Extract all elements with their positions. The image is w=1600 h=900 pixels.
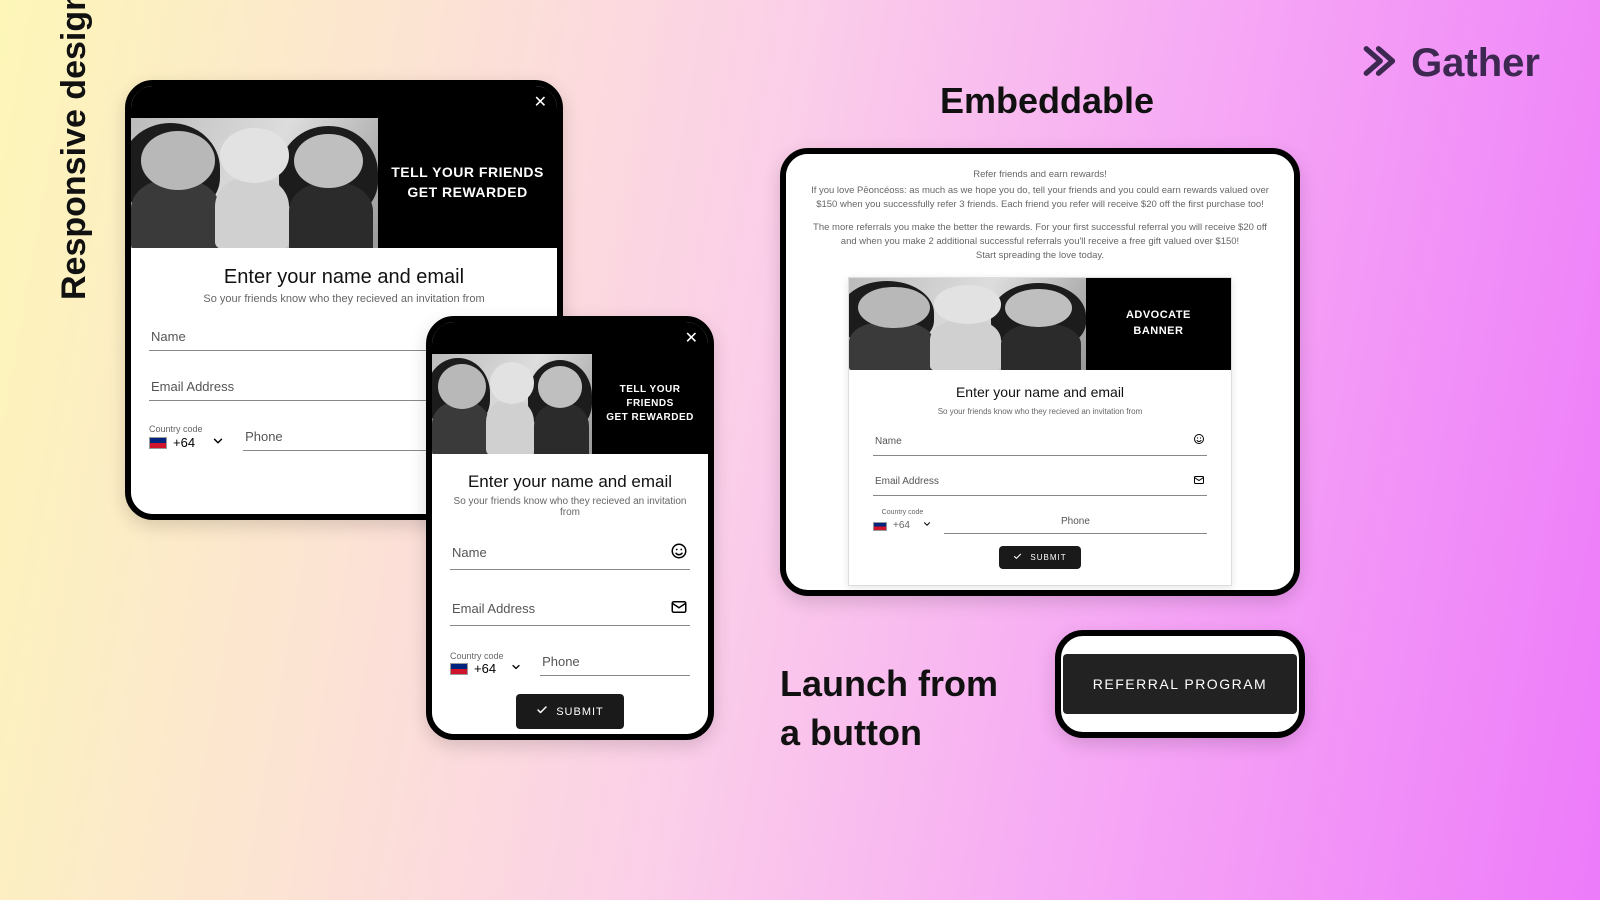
- phone-label: Phone: [245, 429, 283, 444]
- embed-para-2: The more referrals you make the better t…: [808, 221, 1272, 249]
- launch-button-panel: REFERRAL PROGRAM: [1055, 630, 1305, 738]
- country-code-label: Country code: [873, 508, 932, 518]
- country-code-value: +64: [173, 435, 195, 450]
- launch-from-button-label: Launch from a button: [780, 660, 998, 757]
- country-code-value: +64: [474, 661, 496, 676]
- embed-page-content: Refer friends and earn rewards! If you l…: [786, 154, 1294, 586]
- chevron-down-icon: [510, 661, 522, 676]
- name-label: Name: [875, 435, 902, 450]
- modal-topbar: ✕: [432, 322, 708, 354]
- email-field[interactable]: Email Address: [450, 588, 690, 626]
- country-code-value: +64: [893, 519, 910, 534]
- name-field[interactable]: Name: [873, 427, 1207, 456]
- name-label: Name: [151, 329, 186, 344]
- responsive-design-label: Responsive design: [55, 0, 94, 300]
- phone-label: Phone: [542, 654, 580, 669]
- submit-label: SUBMIT: [1030, 553, 1066, 562]
- brand-name: Gather: [1411, 41, 1540, 86]
- smiley-icon: [670, 542, 688, 563]
- chevron-down-icon: [211, 434, 225, 451]
- phone-field[interactable]: Phone: [540, 644, 690, 676]
- hero-banner: TELL YOUR FRIENDS GET REWARDED: [131, 118, 557, 248]
- chevron-down-icon: [922, 519, 932, 535]
- embed-title: Refer friends and earn rewards!: [808, 168, 1272, 182]
- embed-para-3: Start spreading the love today.: [808, 249, 1272, 263]
- signup-form: Enter your name and email So your friend…: [849, 370, 1231, 586]
- embeddable-panel: Refer friends and earn rewards! If you l…: [780, 148, 1300, 596]
- modal-topbar: ✕: [131, 86, 557, 118]
- brand-mark-icon: [1361, 40, 1403, 87]
- email-label: Email Address: [151, 379, 234, 394]
- responsive-panel-mobile: ✕ TELL YOUR FRIENDS GET REWARDED Enter y…: [426, 316, 714, 740]
- embed-para-1: If you love Pēoncéoss: as much as we hop…: [808, 184, 1272, 212]
- submit-button[interactable]: SUBMIT: [999, 546, 1080, 569]
- check-icon: [536, 704, 548, 719]
- phone-field[interactable]: Phone: [944, 509, 1207, 535]
- form-subheading: So your friends know who they recieved a…: [450, 496, 690, 518]
- mail-icon: [670, 598, 688, 619]
- hero-banner: ADVOCATE BANNER: [849, 278, 1231, 370]
- mail-icon: [1193, 474, 1205, 492]
- flag-icon: [149, 437, 167, 449]
- embedded-widget: ADVOCATE BANNER Enter your name and emai…: [848, 277, 1232, 587]
- check-icon: [1013, 552, 1022, 563]
- submit-label: SUBMIT: [556, 706, 604, 718]
- close-icon[interactable]: ✕: [534, 92, 547, 112]
- country-code-label: Country code: [450, 651, 522, 661]
- signup-form: Enter your name and email So your friend…: [432, 454, 708, 740]
- hero-banner: TELL YOUR FRIENDS GET REWARDED: [432, 354, 708, 454]
- brand-logo: Gather: [1361, 40, 1540, 87]
- name-label: Name: [452, 545, 487, 560]
- close-icon[interactable]: ✕: [685, 328, 698, 348]
- country-code-label: Country code: [149, 424, 225, 434]
- country-code-select[interactable]: Country code +64: [873, 508, 932, 534]
- form-subheading: So your friends know who they recieved a…: [873, 406, 1207, 418]
- hero-image: [849, 278, 1086, 370]
- advocate-banner-text: ADVOCATE BANNER: [1086, 278, 1231, 370]
- hero-image: [432, 354, 592, 454]
- smiley-icon: [1193, 433, 1205, 451]
- email-label: Email Address: [875, 475, 939, 490]
- hero-slogan: TELL YOUR FRIENDS GET REWARDED: [378, 118, 557, 248]
- submit-button[interactable]: SUBMIT: [516, 694, 624, 729]
- flag-icon: [873, 522, 887, 531]
- embeddable-label: Embeddable: [940, 80, 1154, 122]
- flag-icon: [450, 663, 468, 675]
- form-heading: Enter your name and email: [873, 382, 1207, 402]
- email-field[interactable]: Email Address: [873, 468, 1207, 497]
- email-label: Email Address: [452, 601, 535, 616]
- phone-label: Phone: [1061, 516, 1090, 527]
- form-heading: Enter your name and email: [450, 472, 690, 492]
- country-code-select[interactable]: Country code +64: [450, 651, 522, 676]
- form-subheading: So your friends know who they recieved a…: [149, 293, 539, 305]
- hero-image: [131, 118, 378, 248]
- hero-slogan: TELL YOUR FRIENDS GET REWARDED: [592, 354, 708, 454]
- form-heading: Enter your name and email: [149, 266, 539, 289]
- name-field[interactable]: Name: [450, 532, 690, 570]
- country-code-select[interactable]: Country code +64: [149, 424, 225, 451]
- referral-program-button[interactable]: REFERRAL PROGRAM: [1063, 654, 1297, 714]
